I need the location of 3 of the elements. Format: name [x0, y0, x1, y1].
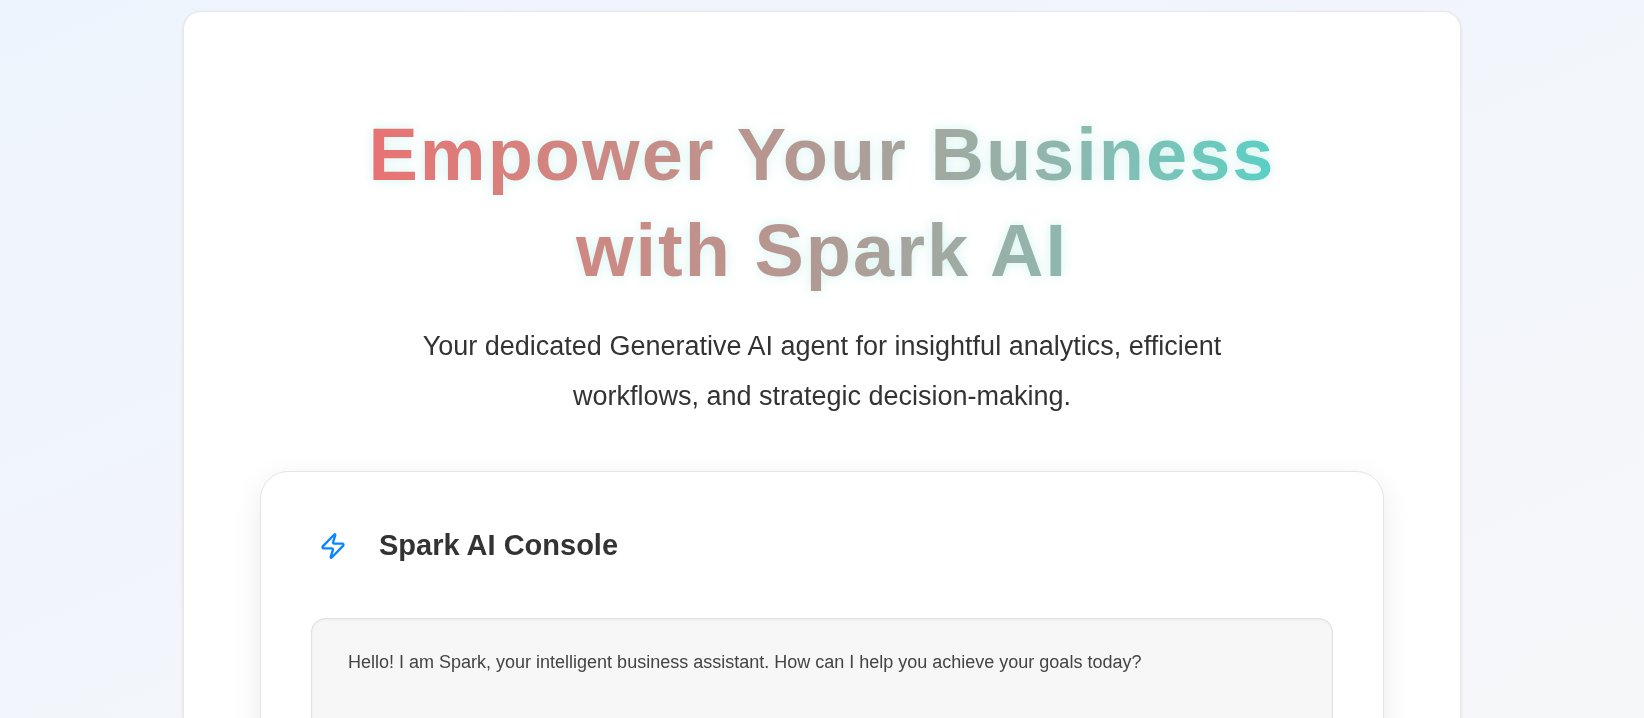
hero-subtitle: Your dedicated Generative AI agent for insightful analytics, efficient workflows, and strategic decision-making. [421, 330, 1223, 413]
console-title: Spark AI Console [379, 528, 619, 563]
chat-message: Hello! I am Spark, your intelligent business assistant. How can I help you achieve your goals today? [348, 650, 1143, 674]
